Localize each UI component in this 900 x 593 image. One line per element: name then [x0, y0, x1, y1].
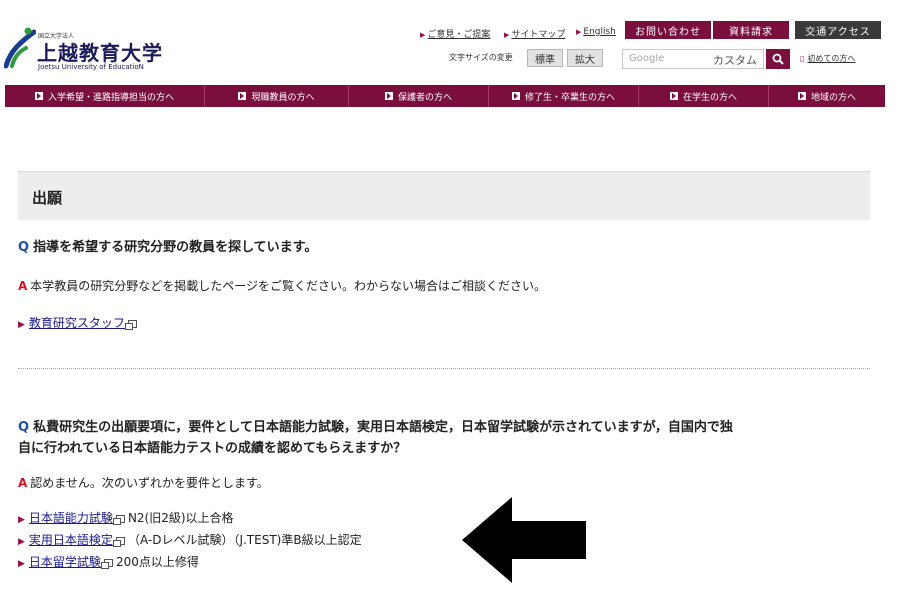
- nav-arrow-icon: [797, 92, 806, 100]
- triangle-bullet-icon: ▶: [420, 31, 426, 39]
- search-input[interactable]: Google カスタム: [622, 49, 764, 69]
- triangle-bullet-icon: ▶: [18, 559, 25, 569]
- font-size-large-button[interactable]: 拡大: [567, 49, 603, 67]
- page-title: 出願: [32, 189, 63, 207]
- nav-current-teachers[interactable]: 現職教員の方へ: [205, 85, 349, 107]
- answer-mark: A: [18, 476, 28, 490]
- triangle-bullet-icon: ▶: [18, 537, 25, 547]
- external-window-icon: [112, 514, 125, 525]
- search-icon: [772, 53, 784, 65]
- list-item: ▶ 日本語能力試験 N2(旧2級)以上合格: [18, 511, 234, 525]
- list-item: ▶ 日本留学試験 200点以上修得: [18, 555, 199, 569]
- nav-alumni[interactable]: 修了生・卒業生の方へ: [489, 85, 639, 107]
- external-window-icon: [112, 536, 125, 547]
- section-header: 出願: [18, 171, 870, 220]
- search-button[interactable]: [766, 49, 790, 69]
- bookmark-icon: ▯: [800, 54, 805, 63]
- nav-arrow-icon: [238, 92, 247, 100]
- question-mark: Q: [18, 420, 30, 435]
- question-mark: Q: [18, 240, 30, 255]
- jtest-link[interactable]: 実用日本語検定: [29, 533, 113, 547]
- logo-english-text: Joetsu University of EducatioN: [38, 63, 144, 71]
- nav-arrow-icon: [384, 92, 393, 100]
- request-materials-button[interactable]: 資料請求: [713, 21, 789, 39]
- first-visit-link[interactable]: ▯ 初めての方へ: [800, 53, 855, 64]
- triangle-bullet-icon: ▶: [18, 515, 25, 525]
- section-divider: [18, 368, 870, 369]
- font-size-label: 文字サイズの変更: [449, 53, 513, 62]
- nav-arrow-icon: [511, 92, 520, 100]
- external-window-icon: [100, 558, 113, 569]
- access-button[interactable]: 交通アクセス: [795, 21, 881, 39]
- faq1-question: Q 指導を希望する研究分野の教員を探しています。: [18, 240, 318, 255]
- faq1-link-item: ▶ 教育研究スタッフ: [18, 314, 140, 331]
- list-item: ▶ 実用日本語検定 （A-Dレベル試験）（J.TEST)準B級以上認定: [18, 533, 362, 547]
- eju-link[interactable]: 日本留学試験: [29, 555, 101, 569]
- site-header: 国立大学法人 上越教育大学 Joetsu University of Educa…: [0, 0, 900, 82]
- university-logo[interactable]: 国立大学法人 上越教育大学 Joetsu University of Educa…: [4, 24, 204, 72]
- nav-community[interactable]: 地域の方へ: [769, 85, 885, 107]
- feedback-link[interactable]: ▶ ご意見・ご提案: [420, 27, 490, 40]
- sitemap-link[interactable]: ▶ サイトマップ: [504, 27, 565, 40]
- search-placeholder: Google: [629, 53, 665, 64]
- answer-mark: A: [18, 279, 28, 293]
- arrow-left-icon: [462, 497, 586, 583]
- staff-link[interactable]: 教育研究スタッフ: [29, 316, 125, 330]
- triangle-bullet-icon: ▶: [576, 28, 582, 36]
- faq1-answer: A 本学教員の研究分野などを掲載したページをご覧ください。わからない場合はご相談く…: [18, 279, 547, 293]
- nav-guardians[interactable]: 保護者の方へ: [349, 85, 489, 107]
- logo-main-text: 上越教育大学: [37, 41, 163, 65]
- jlpt-link[interactable]: 日本語能力試験: [29, 511, 113, 525]
- faq2-question-line1: Q 私費研究生の出願要項に，要件として日本語能力試験，実用日本語検定，日本留学試験…: [18, 420, 733, 435]
- main-navigation: 入学希望・進路指導担当の方へ 現職教員の方へ 保護者の方へ 修了生・卒業生の方へ…: [5, 85, 885, 107]
- faq2-answer: A 認めません。次のいずれかを要件とします。: [18, 476, 269, 490]
- search-custom-label: カスタム: [713, 54, 757, 67]
- nav-current-students[interactable]: 在学生の方へ: [639, 85, 769, 107]
- nav-prospective-students[interactable]: 入学希望・進路指導担当の方へ: [5, 85, 205, 107]
- font-size-standard-button[interactable]: 標準: [527, 49, 563, 67]
- nav-arrow-icon: [669, 92, 678, 100]
- external-window-icon: [124, 319, 137, 330]
- nav-arrow-icon: [34, 92, 43, 100]
- english-link[interactable]: ▶ English: [576, 27, 616, 37]
- logo-mark-icon: [4, 27, 36, 69]
- triangle-bullet-icon: ▶: [18, 320, 25, 330]
- triangle-bullet-icon: ▶: [504, 31, 510, 39]
- faq2-question-line2: 自に行われている日本語能力テストの成績を認めてもらえますか？: [18, 441, 407, 456]
- contact-button[interactable]: お問い合わせ: [625, 21, 711, 39]
